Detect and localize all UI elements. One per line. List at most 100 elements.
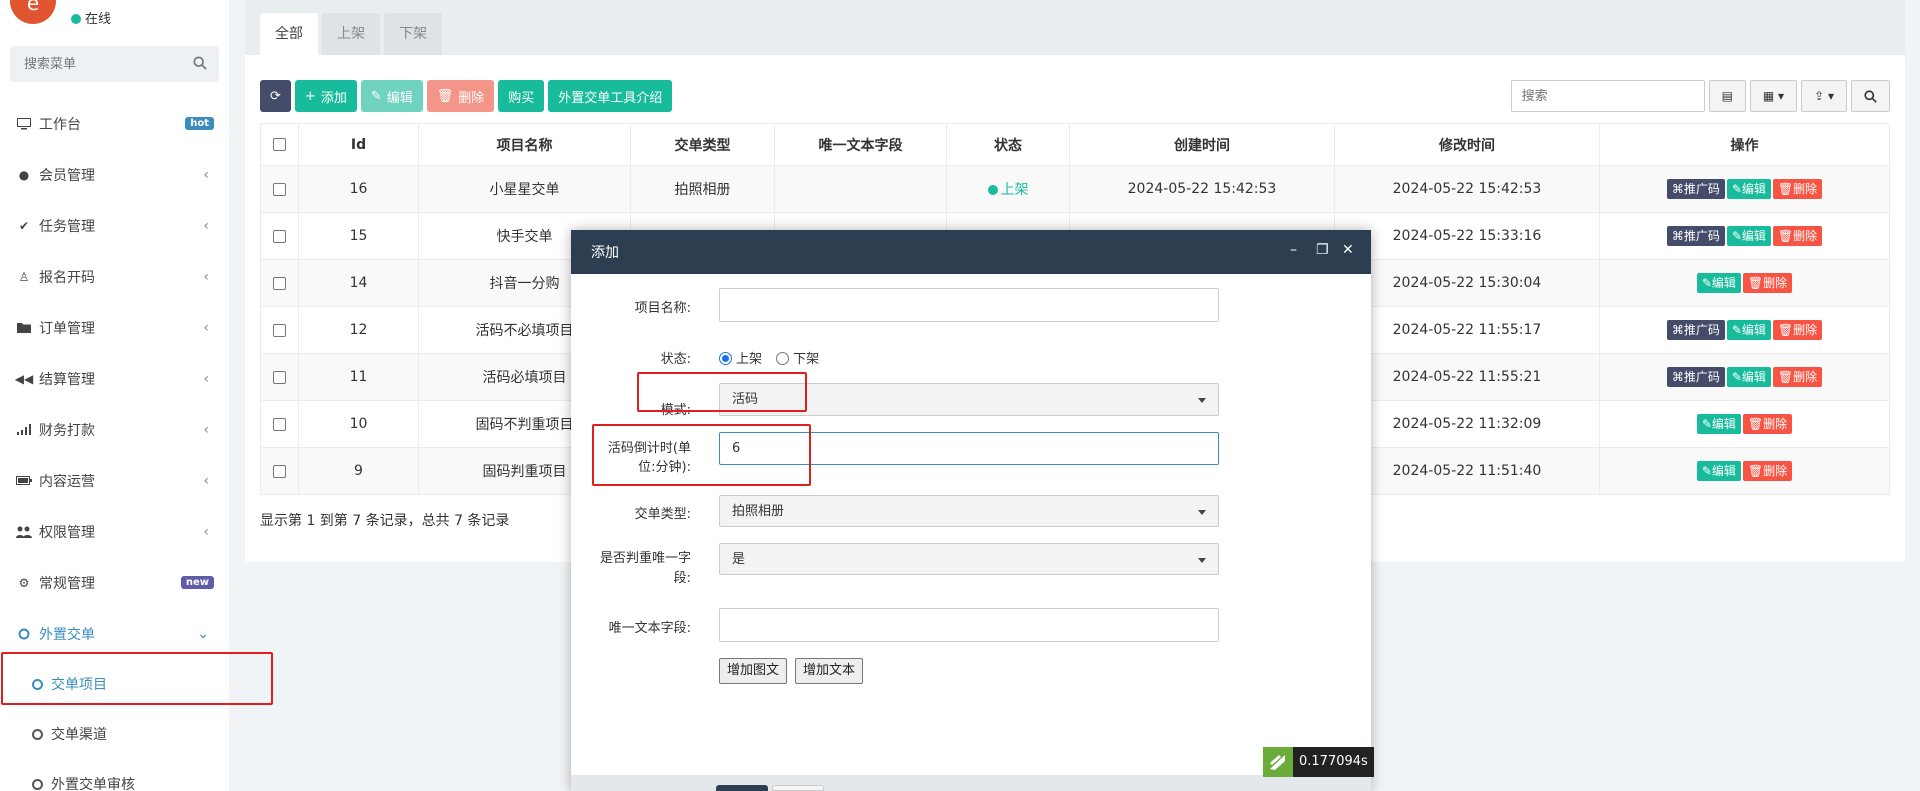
- pencil-icon: ✎: [1731, 370, 1742, 384]
- search-icon: [1864, 89, 1877, 103]
- toggle-view-button[interactable]: ▤: [1708, 80, 1746, 112]
- row-edit-label: 编辑: [1741, 323, 1766, 337]
- row-checkbox[interactable]: [273, 276, 286, 290]
- row-edit-button[interactable]: ✎编辑: [1726, 367, 1771, 387]
- col-name[interactable]: 项目名称: [418, 123, 631, 166]
- row-edit-button[interactable]: ✎编辑: [1726, 179, 1771, 199]
- col-unique[interactable]: 唯一文本字段: [774, 123, 947, 166]
- unique-input[interactable]: [719, 608, 1219, 642]
- sidebar-item-content[interactable]: 内容运营 ‹: [0, 455, 229, 506]
- add-text-button[interactable]: 增加文本: [795, 658, 864, 684]
- status-off-option[interactable]: 下架: [776, 352, 819, 367]
- tab-off-shelf[interactable]: 下架: [384, 13, 442, 55]
- row-checkbox[interactable]: [273, 323, 286, 337]
- col-type[interactable]: 交单类型: [630, 123, 775, 166]
- tab-all[interactable]: 全部: [260, 13, 318, 55]
- refresh-button[interactable]: ⟳: [260, 80, 291, 112]
- col-id[interactable]: Id: [298, 123, 419, 166]
- status-on-option[interactable]: 上架: [719, 352, 762, 367]
- avatar[interactable]: e: [10, 0, 56, 24]
- col-modified[interactable]: 修改时间: [1334, 123, 1600, 166]
- row-delete-button[interactable]: 🗑删除: [1742, 461, 1793, 481]
- caret-down-icon: [1198, 558, 1206, 563]
- table-row[interactable]: 16 小星星交单 拍照相册 上架 2024-05-22 15:42:53 2024-05-…: [260, 165, 1890, 213]
- row-delete-button[interactable]: 🗑删除: [1742, 273, 1793, 293]
- row-delete-button[interactable]: 🗑删除: [1742, 414, 1793, 434]
- menu-search-input[interactable]: [10, 46, 219, 82]
- refresh-icon: ⟳: [270, 88, 281, 104]
- qrcode-icon: ⌘: [1671, 182, 1684, 196]
- row-delete-button[interactable]: 🗑删除: [1772, 320, 1823, 340]
- intro-button[interactable]: 外置交单工具介绍: [548, 80, 673, 112]
- col-created[interactable]: 创建时间: [1069, 123, 1335, 166]
- columns-button[interactable]: ▦ ▾: [1749, 80, 1798, 112]
- sidebar-item-tasks[interactable]: ✔ 任务管理 ‹: [0, 200, 229, 251]
- sidebar-item-permissions[interactable]: 权限管理 ‹: [0, 506, 229, 557]
- tab-on-shelf[interactable]: 上架: [322, 13, 380, 55]
- row-edit-button[interactable]: ✎编辑: [1696, 461, 1741, 481]
- sidebar-item-orders[interactable]: 订单管理 ‹: [0, 302, 229, 353]
- row-delete-button[interactable]: 🗑删除: [1772, 226, 1823, 246]
- modal-header[interactable]: 添加 – ❐ ✕: [571, 230, 1371, 274]
- trash-icon: 🗑: [1747, 276, 1764, 290]
- name-input[interactable]: [719, 288, 1219, 322]
- promo-code-button[interactable]: ⌘推广码: [1666, 320, 1725, 340]
- maximize-icon[interactable]: ❐: [1316, 242, 1329, 258]
- sidebar-item-settlement[interactable]: ◀◀ 结算管理 ‹: [0, 353, 229, 404]
- promo-code-button[interactable]: ⌘推广码: [1666, 179, 1725, 199]
- sidebar-subitem-order-channels[interactable]: 交单渠道: [0, 709, 229, 759]
- sidebar-item-members[interactable]: ● 会员管理 ‹: [0, 149, 229, 200]
- search-icon[interactable]: [193, 56, 207, 70]
- leaf-logo-icon: [1263, 747, 1293, 777]
- cell-id: 10: [298, 400, 419, 448]
- row-edit-button[interactable]: ✎编辑: [1726, 320, 1771, 340]
- edit-button[interactable]: ✎ 编辑: [360, 80, 423, 112]
- pencil-icon: ✎: [370, 88, 382, 104]
- trash-icon: 🗑: [1777, 182, 1794, 196]
- add-image-text-button[interactable]: 增加图文: [719, 658, 788, 684]
- pencil-icon: ✎: [1731, 323, 1742, 337]
- promo-code-button[interactable]: ⌘推广码: [1666, 367, 1725, 387]
- promo-code-button[interactable]: ⌘推广码: [1666, 226, 1725, 246]
- close-icon[interactable]: ✕: [1342, 242, 1354, 258]
- chevron-left-icon: ‹: [203, 166, 209, 183]
- buy-button[interactable]: 购买: [498, 80, 545, 112]
- select-all-cell: [260, 123, 299, 166]
- dedupe-select[interactable]: 是: [719, 543, 1219, 575]
- advanced-search-button[interactable]: [1851, 80, 1890, 112]
- add-button[interactable]: + 添加: [294, 80, 357, 112]
- sidebar-item-signup-code[interactable]: ♙ 报名开码 ‹: [0, 251, 229, 302]
- row-delete-button[interactable]: 🗑删除: [1772, 367, 1823, 387]
- table-icon: ▤: [1721, 89, 1733, 103]
- sidebar-item-finance[interactable]: 财务打款 ‹: [0, 404, 229, 455]
- row-checkbox[interactable]: [273, 370, 286, 384]
- row-checkbox[interactable]: [273, 417, 286, 431]
- row-edit-label: 编辑: [1741, 229, 1766, 243]
- cell-modified: 2024-05-22 15:33:16: [1334, 212, 1600, 260]
- row-delete-button[interactable]: 🗑删除: [1772, 179, 1823, 199]
- sidebar-item-dashboard[interactable]: 工作台 hot: [0, 98, 229, 149]
- table-search-input[interactable]: [1510, 80, 1705, 112]
- modal-submit-button[interactable]: [716, 785, 768, 791]
- minimize-icon[interactable]: –: [1290, 242, 1297, 258]
- col-status[interactable]: 状态: [946, 123, 1070, 166]
- highlight-box-subitem: [1, 652, 273, 705]
- row-checkbox-cell: [260, 447, 299, 495]
- export-button[interactable]: ⇪ ▾: [1801, 80, 1847, 112]
- cell-type: 拍照相册: [630, 165, 775, 213]
- cell-id: 12: [298, 306, 419, 354]
- delete-button[interactable]: 🗑 删除: [426, 80, 495, 112]
- sidebar-item-general[interactable]: ⚙ 常规管理 new: [0, 557, 229, 608]
- row-checkbox[interactable]: [273, 464, 286, 478]
- type-select[interactable]: 拍照相册: [719, 495, 1219, 527]
- select-all-checkbox[interactable]: [273, 138, 286, 151]
- row-edit-button[interactable]: ✎编辑: [1726, 226, 1771, 246]
- modal-reset-button[interactable]: [772, 785, 824, 791]
- row-edit-button[interactable]: ✎编辑: [1696, 273, 1741, 293]
- grid-icon: ▦ ▾: [1762, 89, 1785, 103]
- row-edit-button[interactable]: ✎编辑: [1696, 414, 1741, 434]
- sidebar-subitem-order-review[interactable]: 外置交单审核: [0, 759, 229, 791]
- row-checkbox[interactable]: [273, 182, 286, 196]
- row-checkbox[interactable]: [273, 229, 286, 243]
- sidebar-item-label: 权限管理: [39, 524, 95, 541]
